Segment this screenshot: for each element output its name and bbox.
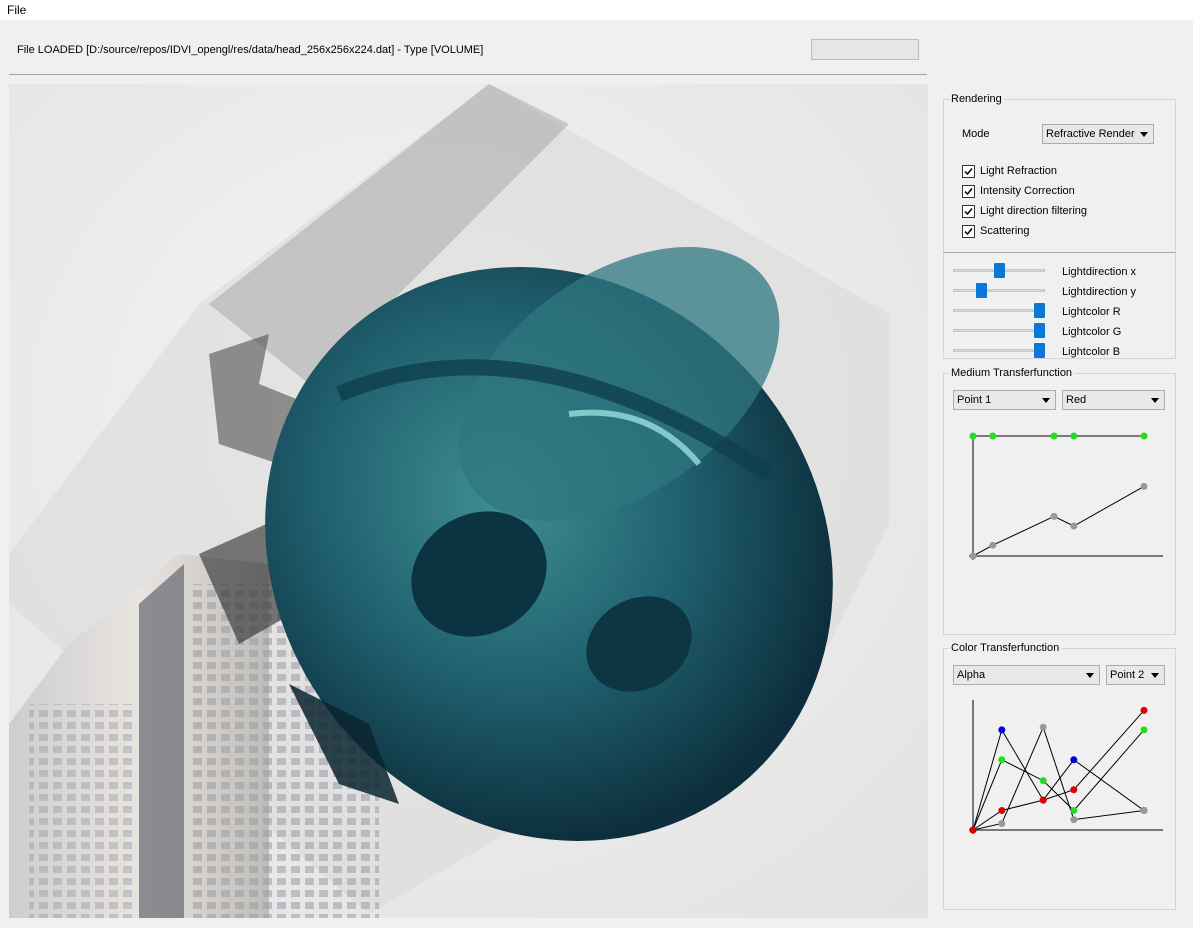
- slider-track: [953, 329, 1045, 332]
- slider-handle[interactable]: [1034, 323, 1045, 338]
- checkbox-icon[interactable]: [962, 185, 975, 198]
- tf-control-point[interactable]: [1070, 756, 1078, 764]
- tf-control-point[interactable]: [1140, 807, 1148, 814]
- checkbox-icon[interactable]: [962, 165, 975, 178]
- chevron-down-icon: [1151, 673, 1159, 678]
- tf-control-point[interactable]: [1070, 522, 1078, 530]
- chevron-down-icon: [1086, 673, 1094, 678]
- color-tf-title: Color Transferfunction: [949, 642, 1062, 654]
- medium-channel-value: Red: [1066, 394, 1087, 406]
- menu-file[interactable]: File: [7, 3, 26, 17]
- rendering-group-title: Rendering: [949, 93, 1004, 105]
- tf-control-point[interactable]: [969, 826, 977, 834]
- tf-control-point[interactable]: [1039, 796, 1047, 804]
- check-label: Light Refraction: [980, 165, 1058, 177]
- slider-handle[interactable]: [1034, 303, 1045, 318]
- color-channel-select[interactable]: Alpha: [953, 665, 1100, 685]
- tf-control-point[interactable]: [989, 432, 997, 440]
- tf-control-point[interactable]: [998, 756, 1006, 764]
- tf-line: [972, 710, 1145, 831]
- slider-label-lightcolor-b: Lightcolor B: [1062, 346, 1121, 358]
- status-separator: [9, 74, 927, 75]
- medium-tf-title: Medium Transferfunction: [949, 367, 1075, 379]
- slider-handle[interactable]: [1034, 343, 1045, 358]
- tf-control-point[interactable]: [998, 807, 1006, 814]
- slider-label-lightcolor-g: Lightcolor G: [1062, 326, 1122, 338]
- slider-handle[interactable]: [994, 263, 1005, 278]
- color-point-value: Point 2: [1110, 669, 1145, 681]
- tf-control-point[interactable]: [1070, 786, 1078, 794]
- menu-bar: File: [0, 0, 1193, 20]
- chevron-down-icon: [1140, 132, 1148, 137]
- tf-control-point[interactable]: [969, 552, 977, 560]
- check-label: Light direction filtering: [980, 205, 1088, 217]
- slider-track: [953, 309, 1045, 312]
- chevron-down-icon: [1042, 398, 1050, 403]
- check-label: Scattering: [980, 225, 1030, 237]
- render-viewport[interactable]: [9, 84, 928, 918]
- tf-control-point[interactable]: [998, 726, 1006, 734]
- mode-label: Mode: [962, 128, 990, 140]
- tf-control-point[interactable]: [1140, 706, 1148, 714]
- slider-lightcolor-b[interactable]: [953, 343, 1045, 358]
- tf-control-point[interactable]: [1140, 432, 1148, 440]
- color-tf-editor[interactable]: [953, 695, 1165, 845]
- slider-lightdirection-x[interactable]: [953, 263, 1045, 278]
- check-label: Intensity Correction: [980, 185, 1075, 197]
- medium-channel-select[interactable]: Red: [1062, 390, 1165, 410]
- medium-point-value: Point 1: [957, 394, 992, 406]
- volume-render-image: [9, 84, 928, 918]
- tf-control-point[interactable]: [989, 541, 997, 549]
- slider-handle[interactable]: [976, 283, 987, 298]
- slider-lightdirection-y[interactable]: [953, 283, 1045, 298]
- file-status-text: File LOADED [D:/source/repos/IDVI_opengl…: [17, 44, 484, 56]
- tf-control-point[interactable]: [1140, 482, 1148, 490]
- slider-lightcolor-g[interactable]: [953, 323, 1045, 338]
- tf-control-point[interactable]: [1050, 512, 1058, 520]
- progress-bar: [811, 39, 919, 60]
- tf-control-point[interactable]: [1140, 726, 1148, 734]
- tf-control-point[interactable]: [1039, 777, 1047, 785]
- rendering-divider: [943, 252, 1175, 253]
- tf-line: [972, 485, 1145, 557]
- tf-control-point[interactable]: [1050, 432, 1058, 440]
- mode-select[interactable]: Refractive Render: [1042, 124, 1154, 144]
- tf-line: [972, 725, 1145, 831]
- checkbox-icon[interactable]: [962, 225, 975, 238]
- tf-control-point[interactable]: [1070, 816, 1078, 824]
- color-point-select[interactable]: Point 2: [1106, 665, 1165, 685]
- tf-line: [972, 728, 1145, 831]
- tf-control-point[interactable]: [1070, 432, 1078, 440]
- checkbox-icon[interactable]: [962, 205, 975, 218]
- slider-track: [953, 289, 1045, 292]
- medium-point-select[interactable]: Point 1: [953, 390, 1056, 410]
- tf-control-point[interactable]: [1039, 723, 1047, 731]
- chevron-down-icon: [1151, 398, 1159, 403]
- mode-select-value: Refractive Render: [1046, 128, 1135, 140]
- medium-tf-editor[interactable]: [953, 420, 1165, 575]
- slider-track: [953, 349, 1045, 352]
- color-channel-value: Alpha: [957, 669, 986, 681]
- slider-label-lightcolor-r: Lightcolor R: [1062, 306, 1121, 318]
- slider-label-lightdirection-x: Lightdirection x: [1062, 266, 1136, 278]
- tf-control-point[interactable]: [969, 432, 977, 440]
- tf-control-point[interactable]: [998, 820, 1006, 827]
- tf-control-point[interactable]: [1070, 807, 1078, 814]
- slider-label-lightdirection-y: Lightdirection y: [1062, 286, 1136, 298]
- slider-lightcolor-r[interactable]: [953, 303, 1045, 318]
